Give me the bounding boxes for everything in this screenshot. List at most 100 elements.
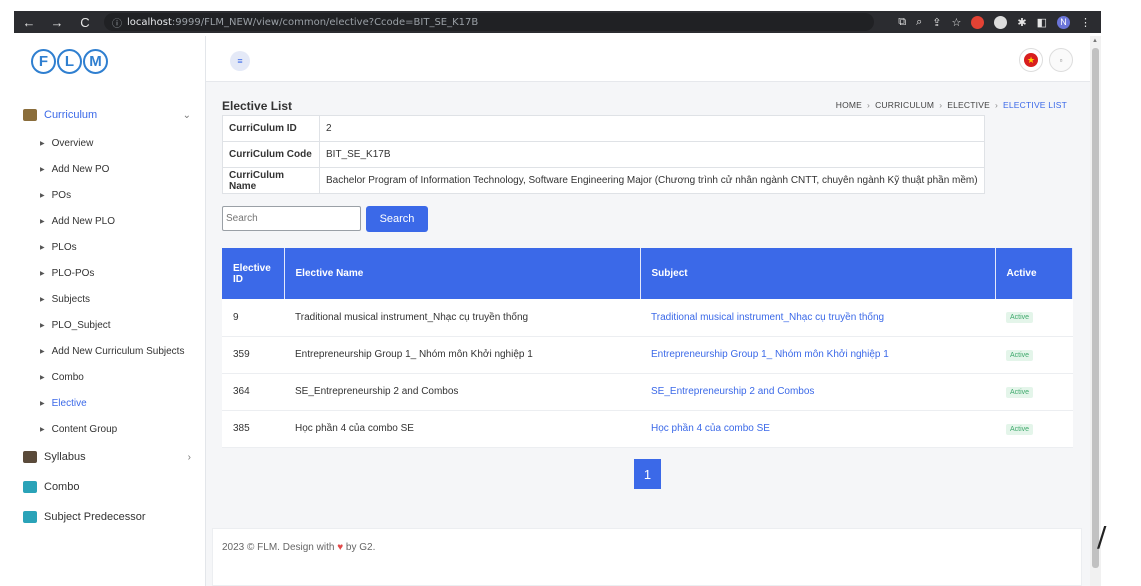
book-icon <box>23 511 37 523</box>
curriculum-info-table: CurriCulum ID 2 CurriCulum Code BIT_SE_K17… <box>222 115 985 194</box>
status-cell: Active <box>995 373 1073 411</box>
column-header: Elective ID <box>222 248 285 299</box>
table-row: 385 Học phần 4 của combo SE Học phần 4 c… <box>222 410 1073 448</box>
sidebar-subitem-label: Content Group <box>51 423 118 435</box>
search-input[interactable] <box>222 206 361 231</box>
scrollbar-thumb[interactable] <box>1092 48 1099 568</box>
sidebar-item-curriculum[interactable]: Curriculum ⌄ <box>14 100 205 130</box>
table-row: 364 SE_Entrepreneurship 2 and Combos SE_… <box>222 373 1073 411</box>
table-row: 359 Entrepreneurship Group 1_ Nhóm môn K… <box>222 336 1073 374</box>
breadcrumb: HOME › CURRICULUM › ELECTIVE › ELECTIVE LIST <box>836 100 1067 110</box>
sidebar-subitem-label: Combo <box>51 371 84 383</box>
sidebar-item-syllabus[interactable]: Syllabus › <box>14 442 205 472</box>
elective-name: Traditional musical instrument_Nhạc cụ t… <box>284 299 640 337</box>
user-avatar[interactable]: ▫ <box>1049 48 1073 72</box>
side-panel-icon[interactable]: ◧ <box>1037 16 1047 29</box>
sidebar-subitem-add-curriculum-subjects[interactable]: ▶ Add New Curriculum Subjects <box>14 338 205 364</box>
scroll-up-icon[interactable]: ▲ <box>1092 38 1098 44</box>
breadcrumb-separator-icon: › <box>867 100 871 110</box>
flm-logo[interactable]: F L M <box>14 36 205 86</box>
top-header: ≡ ★ ▫ <box>206 36 1090 82</box>
forward-icon[interactable]: → <box>50 15 64 30</box>
zoom-icon[interactable]: ⌕ <box>916 16 922 29</box>
sidebar-subitem-label: Add New PLO <box>51 215 115 227</box>
address-bar[interactable]: ⓘ localhost:9999/FLM_NEW/view/common/ele… <box>104 13 874 31</box>
sidebar-item-label: Curriculum <box>44 109 98 121</box>
menu-toggle-icon[interactable]: ≡ <box>230 51 250 71</box>
subject-link[interactable]: Traditional musical instrument_Nhạc cụ t… <box>640 299 995 337</box>
elective-id: 359 <box>222 336 284 374</box>
sidebar-subitem-plos[interactable]: ▶ PLOs <box>14 234 205 260</box>
status-badge: Active <box>1006 423 1034 435</box>
table-row: 9 Traditional musical instrument_Nhạc cụ… <box>222 299 1073 337</box>
sidebar-subitem-label: PLO_Subject <box>51 319 111 331</box>
elective-name: SE_Entrepreneurship 2 and Combos <box>284 373 640 411</box>
bookmark-star-icon[interactable]: ☆ <box>952 16 962 29</box>
sidebar-subitem-combo[interactable]: ▶ Combo <box>14 364 205 390</box>
info-key: CurriCulum Name <box>222 167 320 194</box>
sidebar-subitem-label: Add New PO <box>51 163 110 175</box>
sidebar-subitem-label: Elective <box>51 397 87 409</box>
sidebar-subitem-subjects[interactable]: ▶ Subjects <box>14 286 205 312</box>
bullet-icon: ▶ <box>40 374 45 381</box>
main-content: Elective List HOME › CURRICULUM › ELECTIVE › E… <box>206 82 1090 586</box>
profile-avatar[interactable]: N <box>1057 15 1070 29</box>
share-icon[interactable]: ⇪ <box>932 16 941 29</box>
sidebar-subitem-label: Subjects <box>51 293 90 305</box>
bullet-icon: ▶ <box>40 400 45 407</box>
extension-icon[interactable] <box>971 15 985 29</box>
sidebar-subitem-plo-pos[interactable]: ▶ PLO-POs <box>14 260 205 286</box>
extension-icon[interactable] <box>994 15 1008 29</box>
logo-letter: F <box>31 48 56 74</box>
sidebar-item-subject-predecessor[interactable]: Subject Predecessor <box>14 502 205 532</box>
translate-icon[interactable]: ⧉ <box>898 16 906 29</box>
sidebar-subitem-add-new-plo[interactable]: ▶ Add New PLO <box>14 208 205 234</box>
sidebar-subitem-label: PLOs <box>51 241 77 253</box>
status-cell: Active <box>995 410 1073 448</box>
sidebar-item-label: Syllabus <box>44 451 86 463</box>
pagination-page-button[interactable]: 1 <box>634 459 661 489</box>
elective-id: 9 <box>222 299 284 337</box>
elective-table: Elective ID Elective Name Subject Active… <box>222 248 1073 448</box>
breadcrumb-home[interactable]: HOME <box>836 100 862 110</box>
sidebar-subitem-overview[interactable]: ▶ Overview <box>14 130 205 156</box>
chevron-down-icon: ⌄ <box>182 109 191 121</box>
sidebar-subitem-elective[interactable]: ▶ Elective <box>14 390 205 416</box>
sidebar-subitem-pos[interactable]: ▶ POs <box>14 182 205 208</box>
syllabus-icon <box>23 451 37 463</box>
language-flag-button[interactable]: ★ <box>1019 48 1043 72</box>
sidebar-menu: Curriculum ⌄ ▶ Overview ▶ Add New PO ▶ POs … <box>14 100 205 532</box>
breadcrumb-separator-icon: › <box>939 100 943 110</box>
sidebar-subitem-plo-subject[interactable]: ▶ PLO_Subject <box>14 312 205 338</box>
elective-name: Học phần 4 của combo SE <box>284 410 640 448</box>
elective-id: 385 <box>222 410 284 448</box>
sidebar-subitem-content-group[interactable]: ▶ Content Group <box>14 416 205 442</box>
scrollbar[interactable]: ▲ <box>1090 36 1101 586</box>
bullet-icon: ▶ <box>40 166 45 173</box>
subject-link[interactable]: Entrepreneurship Group 1_ Nhóm môn Khởi … <box>640 336 995 374</box>
vietnam-flag-icon: ★ <box>1024 53 1038 67</box>
subject-link[interactable]: Học phần 4 của combo SE <box>640 410 995 448</box>
subject-link[interactable]: SE_Entrepreneurship 2 and Combos <box>640 373 995 411</box>
breadcrumb-curriculum[interactable]: CURRICULUM <box>875 100 934 110</box>
bullet-icon: ▶ <box>40 322 45 329</box>
page-title: Elective List <box>222 99 293 113</box>
breadcrumb-elective[interactable]: ELECTIVE <box>947 100 990 110</box>
footer: 2023 © FLM. Design with ♥ by G2. <box>212 528 1082 586</box>
search-button[interactable]: Search <box>366 206 428 232</box>
reload-icon[interactable]: C <box>78 15 92 30</box>
info-row: CurriCulum Code BIT_SE_K17B <box>222 141 985 168</box>
table-header-row: Elective ID Elective Name Subject Active <box>222 248 1073 299</box>
back-icon[interactable]: ← <box>22 15 36 30</box>
extensions-puzzle-icon[interactable]: ✱ <box>1017 16 1026 29</box>
breadcrumb-separator-icon: › <box>994 100 998 110</box>
more-menu-icon[interactable]: ⋮ <box>1080 16 1091 29</box>
logo-letter: L <box>57 48 82 74</box>
column-header: Elective Name <box>284 248 641 299</box>
info-value: Bachelor Program of Information Technolo… <box>319 167 985 194</box>
info-icon[interactable]: ⓘ <box>112 15 122 30</box>
sidebar-item-combo[interactable]: Combo <box>14 472 205 502</box>
sidebar: F L M Curriculum ⌄ ▶ Overview ▶ Add New PO… <box>14 36 206 586</box>
heart-icon: ♥ <box>337 542 344 553</box>
sidebar-subitem-add-new-po[interactable]: ▶ Add New PO <box>14 156 205 182</box>
